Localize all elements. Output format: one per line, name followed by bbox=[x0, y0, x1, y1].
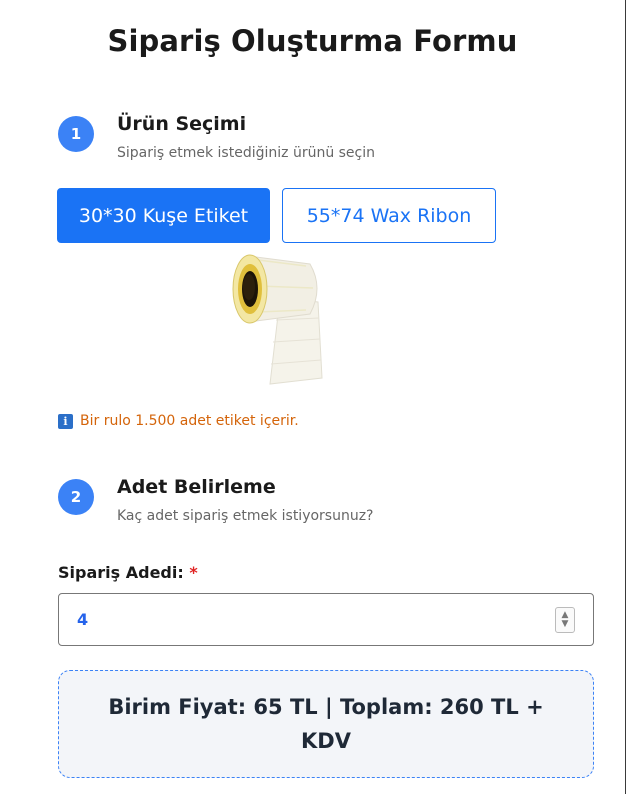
page-title: Sipariş Oluşturma Formu bbox=[107, 24, 518, 58]
step-2-title: Adet Belirleme bbox=[117, 476, 276, 498]
step-1-badge: 1 bbox=[58, 116, 94, 152]
quantity-input[interactable]: 4 ▲ ▼ bbox=[58, 593, 594, 646]
step-1-title: Ürün Seçimi bbox=[117, 113, 247, 135]
required-mark: * bbox=[189, 563, 198, 582]
price-summary-box: Birim Fiyat: 65 TL | Toplam: 260 TL + KD… bbox=[58, 670, 594, 778]
label-roll-image bbox=[232, 254, 323, 385]
info-icon: i bbox=[58, 413, 73, 429]
quantity-label-text: Sipariş Adedi: bbox=[58, 563, 184, 582]
form-container: Sipariş Oluşturma Formu 1 Ürün Seçimi Si… bbox=[0, 0, 626, 794]
info-note: i Bir rulo 1.500 adet etiket içerir. bbox=[58, 413, 299, 429]
quantity-value: 4 bbox=[77, 610, 89, 629]
product-option-wax-ribon[interactable]: 55*74 Wax Ribon bbox=[282, 188, 496, 243]
step-2-badge: 2 bbox=[58, 479, 94, 515]
quantity-stepper[interactable]: ▲ ▼ bbox=[555, 606, 575, 633]
chevron-down-icon[interactable]: ▼ bbox=[562, 619, 569, 629]
price-summary-text: Birim Fiyat: 65 TL | Toplam: 260 TL + KD… bbox=[108, 695, 544, 753]
product-option-kuse-etiket[interactable]: 30*30 Kuşe Etiket bbox=[57, 188, 270, 243]
step-1-subtitle: Sipariş etmek istediğiniz ürünü seçin bbox=[117, 145, 376, 161]
step-2-subtitle: Kaç adet sipariş etmek istiyorsunuz? bbox=[117, 508, 374, 524]
info-text: Bir rulo 1.500 adet etiket içerir. bbox=[80, 413, 299, 429]
quantity-label: Sipariş Adedi: * bbox=[58, 563, 198, 582]
